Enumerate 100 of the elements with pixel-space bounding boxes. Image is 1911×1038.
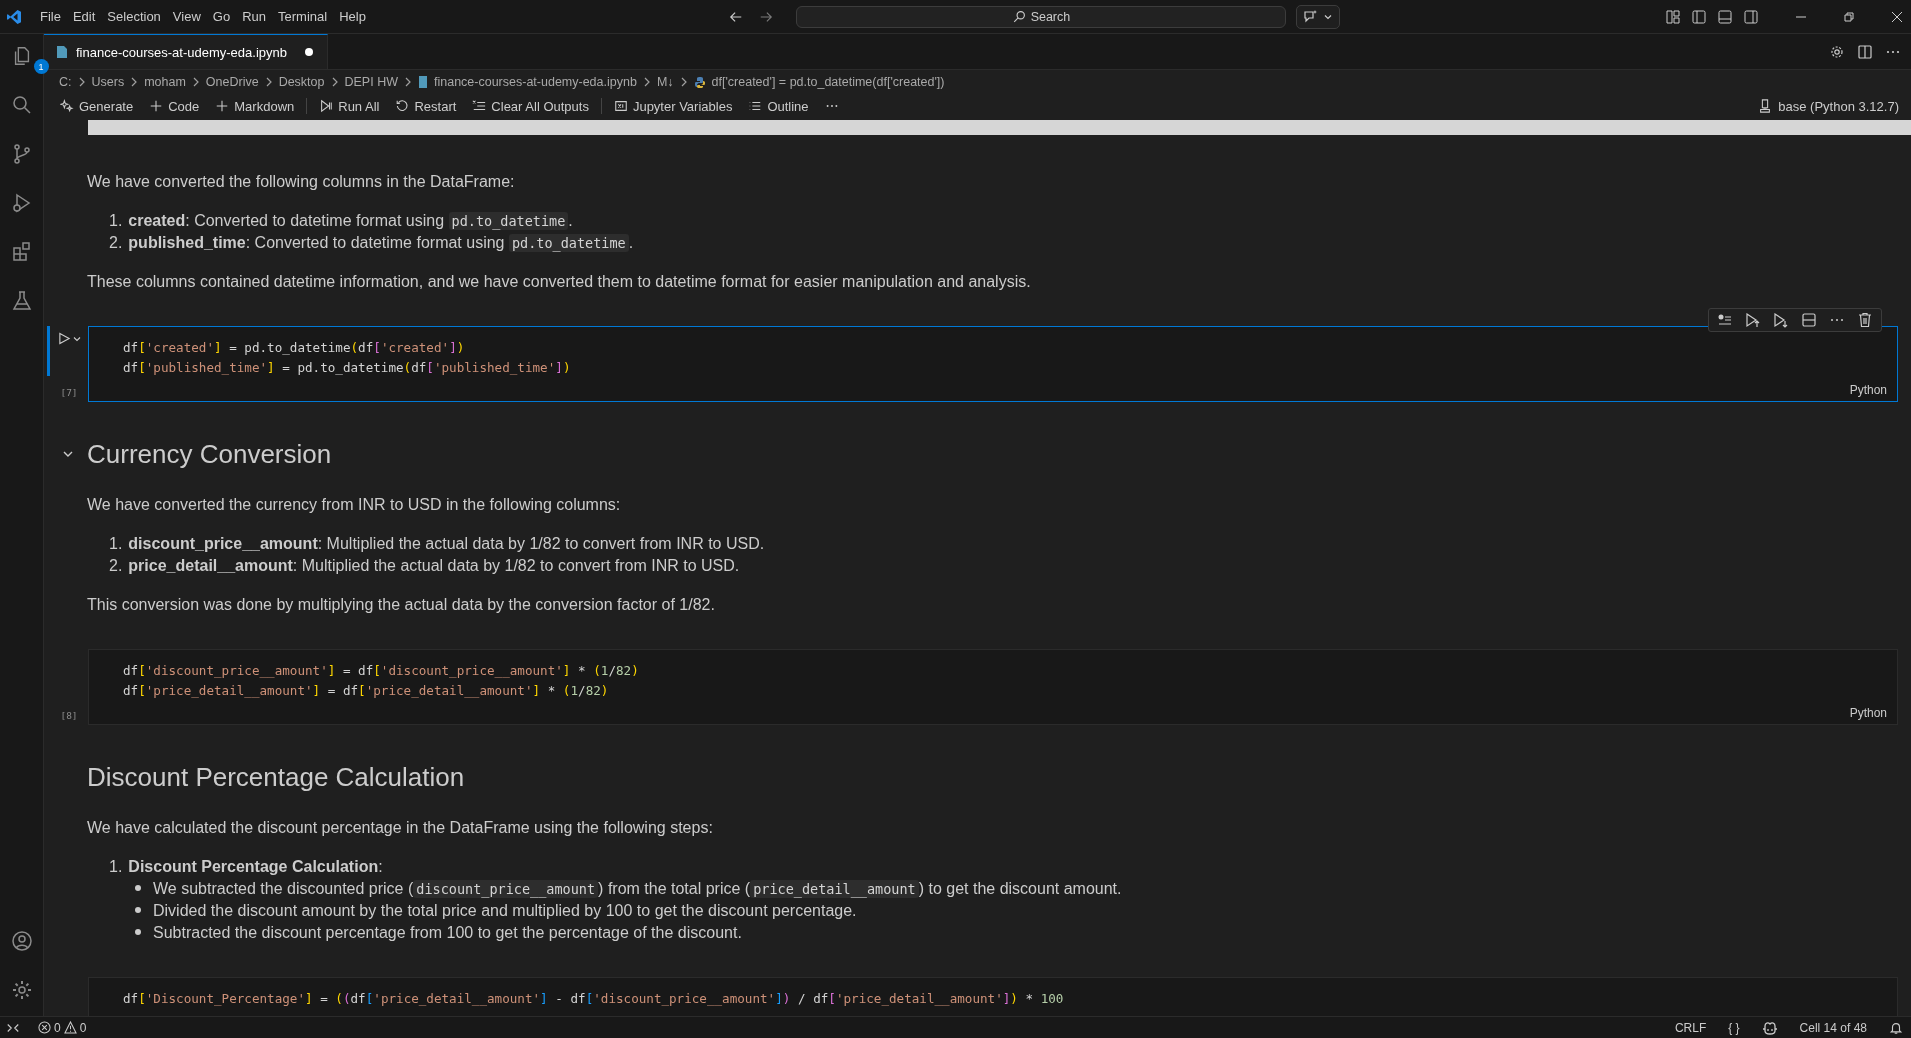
split-cell-icon[interactable] bbox=[1801, 312, 1817, 328]
list-item: Subtracted the discount percentage from 100 to get the percentage of the discount. bbox=[153, 923, 742, 943]
search-icon bbox=[1012, 10, 1026, 23]
code-cell[interactable]: df['Discount_Percentage'] = ((df['price_detail__amount'] - df['discount_price__amount']) / df['price_detail__amount']) * 100 bbox=[88, 977, 1898, 1016]
kernel-icon bbox=[1758, 99, 1773, 113]
menu-item[interactable]: Edit bbox=[66, 9, 102, 24]
toolbar-button[interactable]: Run All bbox=[313, 98, 386, 114]
bullet-dot bbox=[135, 928, 141, 935]
toolbar-button[interactable]: Clear All Outputs bbox=[466, 98, 595, 114]
breadcrumb-item[interactable]: finance-courses-at-udemy-eda.ipynb bbox=[434, 75, 637, 89]
play-icon bbox=[57, 332, 71, 345]
bell-icon[interactable] bbox=[1889, 1020, 1903, 1035]
line-ending-status[interactable]: CRLF bbox=[1674, 1020, 1707, 1035]
chat-button[interactable] bbox=[1296, 4, 1341, 29]
forward-arrow-icon[interactable] bbox=[759, 9, 774, 24]
execution-count: [7] bbox=[60, 387, 78, 398]
menu-item[interactable]: View bbox=[166, 9, 207, 24]
plus-icon bbox=[149, 99, 164, 113]
breadcrumb-item[interactable]: Desktop bbox=[278, 75, 325, 89]
panel-toggle-icon[interactable] bbox=[1717, 8, 1733, 25]
split-editor-icon[interactable] bbox=[1857, 43, 1873, 60]
problems-status[interactable]: 0 0 bbox=[38, 1020, 87, 1035]
secondary-sidebar-icon[interactable] bbox=[1743, 8, 1759, 25]
toolbar-button[interactable]: Outline bbox=[742, 98, 815, 114]
list-number: 1. bbox=[109, 857, 123, 877]
menu-item[interactable]: Go bbox=[206, 9, 237, 24]
paragraph: We have converted the currency from INR to USD in the following columns: bbox=[87, 495, 622, 515]
code-cell[interactable]: df['discount_price__amount'] = df['discount_price__amount'] * (1/82) df['price_detail__amount'] = df['price_detail__amount'] * (1/82) Python bbox=[88, 649, 1898, 725]
app-logo-icon bbox=[6, 8, 22, 25]
notification-badge: 1 bbox=[33, 59, 49, 74]
chevron-icon bbox=[330, 77, 339, 87]
list-number: 1. bbox=[109, 534, 123, 554]
code-line: df['published_time'] = pd.to_datetime(df['published_time']) bbox=[123, 358, 572, 377]
run-above-icon[interactable] bbox=[1717, 312, 1733, 328]
breadcrumb-item[interactable]: DEPI HW bbox=[344, 75, 398, 89]
menu-item[interactable]: Selection bbox=[101, 9, 167, 24]
settings-icon[interactable] bbox=[1829, 43, 1845, 60]
run-up-icon[interactable] bbox=[1745, 312, 1761, 328]
chevron-icon bbox=[191, 77, 200, 87]
run-down-icon[interactable] bbox=[1773, 312, 1789, 328]
chevron-icon bbox=[264, 77, 273, 87]
breadcrumb-item[interactable]: moham bbox=[144, 75, 186, 89]
delete-icon[interactable] bbox=[1857, 312, 1873, 328]
chevron-icon bbox=[77, 77, 86, 87]
plus-icon bbox=[215, 99, 230, 113]
kernel-picker[interactable]: base (Python 3.12.7) bbox=[1752, 97, 1911, 115]
list-number: 2. bbox=[109, 556, 123, 576]
breadcrumb-item[interactable]: Users bbox=[91, 75, 125, 89]
editor-tab[interactable]: finance-courses-at-udemy-eda.ipynb bbox=[44, 34, 328, 69]
toolbar-button[interactable]: Markdown bbox=[209, 98, 301, 114]
list-item: price_detail__amount: Multiplied the actual data by 1/82 to convert from INR to USD. bbox=[128, 556, 740, 576]
error-icon bbox=[38, 1021, 51, 1034]
breadcrumb-item[interactable]: C: bbox=[59, 75, 72, 89]
close-icon[interactable] bbox=[1891, 10, 1903, 23]
sparkle-icon bbox=[60, 99, 74, 113]
cell-language[interactable]: Python bbox=[1849, 706, 1887, 720]
cell-language[interactable]: Python bbox=[1849, 383, 1887, 397]
chevron-icon bbox=[642, 77, 651, 87]
python-icon bbox=[693, 76, 706, 88]
chevron-icon bbox=[130, 77, 139, 87]
list-item: discount_price__amount: Multiplied the actual data by 1/82 to convert from INR to USD. bbox=[128, 534, 765, 554]
list-item: Discount Percentage Calculation: bbox=[128, 857, 383, 877]
toolbar-button[interactable]: Jupyter Variables bbox=[607, 98, 739, 114]
code-cell[interactable]: df['created'] = pd.to_datetime(df['created']) df['published_time'] = pd.to_datetime(df['published_time']) Python bbox=[88, 326, 1898, 402]
layout-icon[interactable] bbox=[1665, 8, 1681, 25]
file-icon bbox=[56, 45, 68, 59]
section-heading: Discount Percentage Calculation bbox=[87, 761, 465, 793]
search-field[interactable]: Search bbox=[796, 5, 1287, 28]
run-cell-button[interactable] bbox=[57, 332, 81, 345]
bullet-dot bbox=[135, 884, 141, 891]
toolbar-button[interactable]: Code bbox=[143, 98, 206, 114]
code-line: df['created'] = pd.to_datetime(df['created']) bbox=[123, 339, 466, 357]
sidebar-toggle-icon[interactable] bbox=[1691, 8, 1707, 25]
toolbar-button[interactable]: Generate bbox=[54, 98, 140, 114]
restart-icon bbox=[395, 99, 410, 113]
warning-icon bbox=[63, 1021, 77, 1034]
paragraph: We have calculated the discount percentage in the DataFrame using the following steps: bbox=[87, 818, 714, 838]
chevron-icon bbox=[72, 334, 81, 343]
breadcrumb-item[interactable]: OneDrive bbox=[205, 75, 259, 89]
language-status[interactable]: { } bbox=[1728, 1020, 1740, 1035]
back-arrow-icon[interactable] bbox=[729, 9, 744, 24]
restore-icon[interactable] bbox=[1843, 10, 1855, 23]
chevron-icon bbox=[404, 77, 412, 87]
notebook-icon bbox=[418, 76, 428, 88]
breadcrumb-item[interactable]: M↓ bbox=[656, 75, 674, 89]
copilot-icon[interactable] bbox=[1761, 1020, 1778, 1035]
account-icon[interactable] bbox=[9, 929, 34, 953]
cell-position-status[interactable]: Cell 14 of 48 bbox=[1799, 1020, 1867, 1035]
list-item: published_time: Converted to datetime format using pd.to_datetime . bbox=[128, 233, 634, 254]
paragraph: This conversion was done by multiplying the actual data by the conversion factor of 1/82. bbox=[87, 595, 716, 615]
clear-outputs-icon bbox=[472, 99, 487, 113]
variables-icon bbox=[613, 99, 628, 113]
toolbar-button[interactable]: Restart bbox=[389, 98, 463, 114]
code-line: df['Discount_Percentage'] = ((df['price_detail__amount'] - df['discount_price__amount']) / df['price_detail__amount']) * 100 bbox=[123, 990, 1065, 1008]
menu-item[interactable]: Run bbox=[236, 9, 272, 24]
menu-item[interactable]: Terminal bbox=[272, 9, 334, 24]
menu-item[interactable]: File bbox=[34, 9, 67, 24]
breadcrumb-item[interactable]: df['created'] = pd.to_datetime(df['created']) bbox=[711, 75, 945, 89]
list-item: Divided the discount amount by the total price and multiplied by 100 to get the discount percentage. bbox=[153, 901, 857, 921]
menu-item[interactable]: Help bbox=[333, 9, 372, 24]
